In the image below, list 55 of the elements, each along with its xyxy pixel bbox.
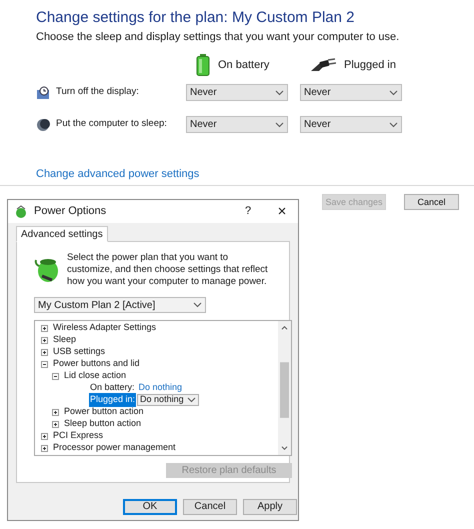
setting-label: Put the computer to sleep: [56, 117, 168, 132]
caret-icon [389, 122, 398, 128]
column-heading: On battery [218, 58, 270, 73]
expand-icon[interactable] [41, 336, 48, 344]
tree-item[interactable]: PCI Express [53, 429, 104, 443]
setting-value-link[interactable]: Do nothing [138, 381, 182, 395]
tree-item[interactable]: Lid close action [64, 369, 126, 383]
page-title: Change settings for the plan: My Custom Plan 2 [36, 8, 356, 28]
caret-icon [389, 90, 398, 96]
battery-icon [196, 54, 210, 76]
scrollbar[interactable] [278, 321, 291, 455]
setting-name[interactable]: Plugged in: [89, 393, 136, 407]
moon-icon [36, 118, 50, 132]
expand-icon[interactable] [52, 408, 59, 416]
advanced-settings-link[interactable]: Change advanced power settings [36, 166, 200, 182]
dialog-title: Power Options [34, 204, 108, 220]
expand-icon[interactable] [41, 432, 48, 440]
expand-icon[interactable] [41, 444, 48, 452]
expand-icon[interactable] [41, 324, 48, 332]
tree-item[interactable]: Power buttons and lid [53, 357, 140, 371]
tree-item[interactable]: Sleep button action [64, 417, 142, 431]
instruction-text: Select the power plan that you want to customize, and then choose settings that reflect how you want your computer to manage power. [67, 252, 269, 288]
collapse-icon[interactable] [41, 360, 48, 368]
expand-icon[interactable] [41, 348, 48, 356]
dropdown[interactable]: Do nothing [137, 394, 199, 406]
setting-label: Turn off the display: [56, 85, 140, 100]
dropdown[interactable]: Never [300, 116, 402, 133]
tab[interactable]: Advanced settings [16, 226, 108, 242]
power-options-icon [14, 204, 28, 218]
column-heading: Plugged in [344, 58, 396, 73]
tree-item[interactable]: Wireless Adapter Settings [53, 321, 156, 335]
caret-icon [275, 90, 284, 96]
power-plug-icon [310, 58, 336, 72]
monitor-clock-icon [36, 86, 50, 100]
cancel-button[interactable]: Cancel [183, 499, 237, 515]
tree-item[interactable]: USB settings [53, 345, 106, 359]
page-subtitle: Choose the sleep and display settings that you want your computer to use. [36, 30, 400, 44]
ok-button[interactable]: OK [123, 499, 177, 515]
dropdown[interactable]: Never [186, 84, 288, 101]
cancel-button[interactable]: Cancel [404, 194, 459, 210]
close-button[interactable]: × [274, 204, 290, 219]
collapse-icon[interactable] [52, 372, 59, 380]
tree-item[interactable]: Sleep [53, 333, 76, 347]
tree-item[interactable]: Processor power management [53, 441, 176, 455]
dropdown[interactable]: Never [300, 84, 402, 101]
caret-icon [193, 302, 202, 308]
setting-name[interactable]: On battery: [89, 381, 136, 395]
dropdown[interactable]: Never [186, 116, 288, 133]
expand-icon[interactable] [52, 420, 59, 428]
caret-icon [186, 397, 196, 403]
apply-button[interactable]: Apply [243, 499, 297, 515]
help-button[interactable]: ? [238, 203, 258, 220]
caret-icon [275, 122, 284, 128]
dropdown[interactable]: My Custom Plan 2 [Active] [34, 297, 206, 313]
tree-item[interactable]: Power button action [64, 405, 144, 419]
